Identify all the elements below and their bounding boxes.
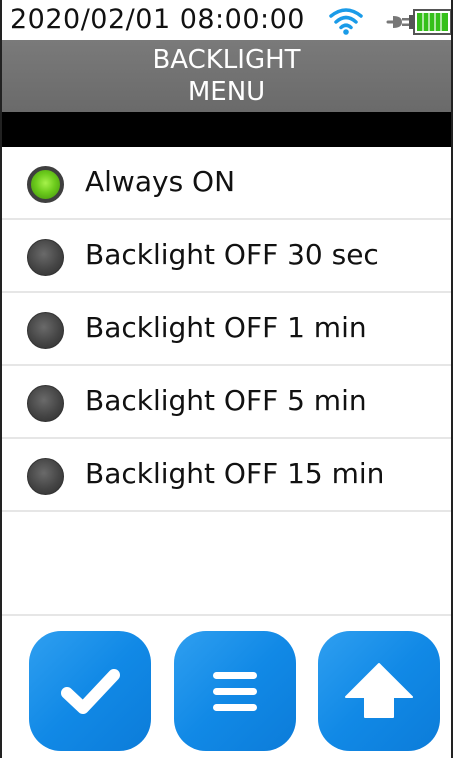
radio-unselected-icon[interactable] <box>27 458 64 495</box>
option-off-5-min[interactable]: Backlight OFF 5 min <box>2 366 451 439</box>
backlight-options-list: Always ON Backlight OFF 30 sec Backlight… <box>2 147 451 616</box>
option-off-15-min[interactable]: Backlight OFF 15 min <box>2 439 451 512</box>
option-label: Backlight OFF 5 min <box>85 384 367 417</box>
menu-icon <box>213 672 257 711</box>
empty-list-area <box>2 512 451 616</box>
wifi-icon <box>329 8 363 35</box>
plug-icon <box>386 16 409 28</box>
title-line-1: BACKLIGHT <box>152 45 301 75</box>
option-label: Backlight OFF 1 min <box>85 311 367 344</box>
option-off-1-min[interactable]: Backlight OFF 1 min <box>2 293 451 366</box>
title-line-2: MENU <box>187 77 266 107</box>
menu-button[interactable] <box>174 631 296 751</box>
back-up-button[interactable] <box>318 631 440 751</box>
radio-unselected-icon[interactable] <box>27 239 64 276</box>
option-label: Backlight OFF 15 min <box>85 457 385 490</box>
option-off-30-sec[interactable]: Backlight OFF 30 sec <box>2 220 451 293</box>
datetime-display: 2020/02/01 08:00:00 <box>10 4 305 35</box>
button-bar <box>2 631 451 751</box>
device-screen: 2020/02/01 08:00:00 BACKLIGHT MENU Alway… <box>0 0 453 758</box>
option-label: Backlight OFF 30 sec <box>85 238 379 271</box>
battery-icon <box>409 9 451 35</box>
checkmark-icon <box>61 669 120 714</box>
up-arrow-icon <box>345 663 413 718</box>
option-label: Always ON <box>85 165 236 198</box>
page-title: BACKLIGHT MENU <box>2 40 451 112</box>
radio-unselected-icon[interactable] <box>27 312 64 349</box>
confirm-button[interactable] <box>29 631 151 751</box>
radio-selected-icon[interactable] <box>27 166 64 203</box>
option-always-on[interactable]: Always ON <box>2 147 451 220</box>
radio-unselected-icon[interactable] <box>27 385 64 422</box>
header-divider <box>2 112 451 147</box>
status-bar: 2020/02/01 08:00:00 <box>2 0 451 40</box>
